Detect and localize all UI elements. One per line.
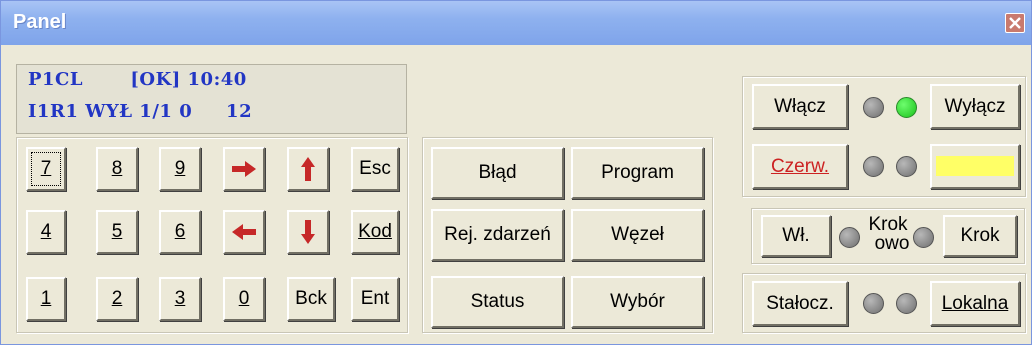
close-icon	[1009, 17, 1021, 29]
key-esc[interactable]: Esc	[351, 147, 399, 191]
green-indicator-led	[896, 156, 917, 177]
key-kod[interactable]: Kod	[351, 210, 399, 254]
krokowo-label: Krok owo	[868, 214, 910, 254]
key-2[interactable]: 2	[96, 277, 138, 321]
key-8[interactable]: 8	[96, 147, 138, 191]
stalocz-indicator-led	[863, 293, 884, 314]
down-arrow-icon	[301, 220, 315, 244]
key-right-arrow[interactable]	[223, 147, 265, 191]
key-up-arrow[interactable]	[287, 147, 329, 191]
krokowo-indicator-left-led	[839, 227, 860, 248]
key-down-arrow[interactable]	[287, 210, 329, 254]
lokalna-indicator-led	[896, 293, 917, 314]
program-button[interactable]: Program	[571, 147, 704, 199]
window-title: Panel	[13, 11, 67, 33]
status-button[interactable]: Status	[431, 276, 564, 328]
key-ent[interactable]: Ent	[351, 277, 399, 321]
key-5[interactable]: 5	[96, 210, 138, 254]
wl-button[interactable]: Wł.	[761, 215, 831, 257]
panel-window: Panel P1CL [OK] 10:40 I1R1 WYŁ 1/1 0 12 …	[0, 0, 1032, 345]
wlacz-button[interactable]: Włącz	[752, 84, 848, 129]
red-indicator-led	[863, 156, 884, 177]
keypad-group	[16, 137, 408, 333]
key-9[interactable]: 9	[159, 147, 201, 191]
lcd-line-2: I1R1 WYŁ 1/1 0 12	[28, 101, 253, 122]
key-6[interactable]: 6	[159, 210, 201, 254]
key-bck[interactable]: Bck	[287, 277, 335, 321]
key-1[interactable]: 1	[26, 277, 66, 321]
lcd-display: P1CL [OK] 10:40 I1R1 WYŁ 1/1 0 12	[16, 64, 407, 134]
wlacz-indicator-led	[863, 97, 884, 118]
right-arrow-icon	[232, 161, 256, 177]
key-7[interactable]: 7	[26, 147, 66, 191]
lcd-line-1: P1CL [OK] 10:40	[28, 69, 247, 90]
key-4[interactable]: 4	[26, 210, 66, 254]
blad-button[interactable]: Błąd	[431, 147, 564, 199]
krokowo-indicator-right-led	[913, 227, 934, 248]
stalocz-button[interactable]: Stałocz.	[752, 281, 848, 326]
up-arrow-icon	[301, 157, 315, 181]
key-0[interactable]: 0	[223, 277, 265, 321]
wezel-button[interactable]: Węzeł	[571, 209, 704, 261]
krok-button[interactable]: Krok	[943, 215, 1017, 257]
czerw-button[interactable]: Czerw.	[752, 144, 848, 189]
status-green-led	[896, 97, 917, 118]
wybor-button[interactable]: Wybór	[571, 276, 704, 328]
left-arrow-icon	[232, 224, 256, 240]
close-button[interactable]	[1005, 13, 1025, 33]
title-bar[interactable]: Panel	[1, 1, 1031, 45]
key-left-arrow[interactable]	[223, 210, 265, 254]
zielony-button[interactable]: Zielony	[930, 144, 1020, 189]
key-3[interactable]: 3	[159, 277, 201, 321]
rej-zdarzen-button[interactable]: Rej. zdarzeń	[431, 209, 564, 261]
lokalna-button[interactable]: Lokalna	[930, 281, 1020, 326]
wylacz-button[interactable]: Wyłącz	[930, 84, 1020, 129]
